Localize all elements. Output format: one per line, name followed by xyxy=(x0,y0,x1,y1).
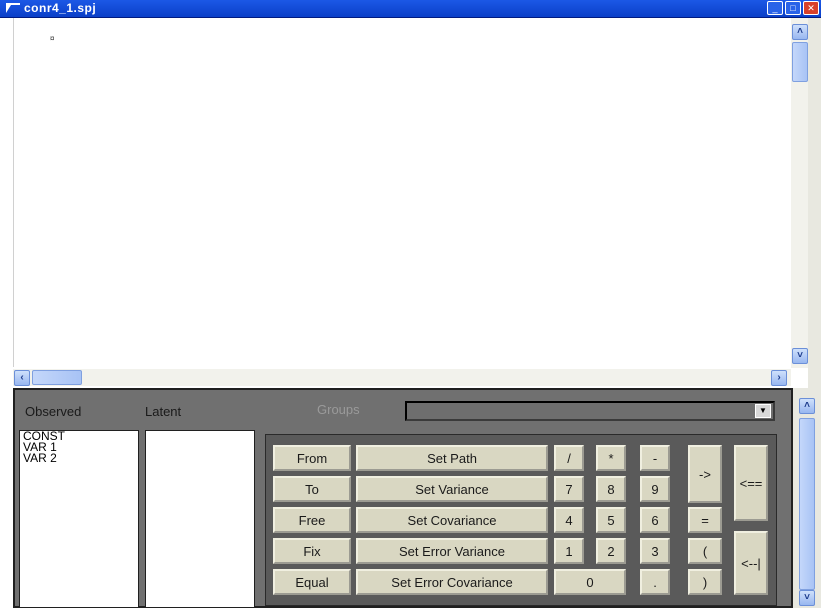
from-button[interactable]: From xyxy=(273,445,351,471)
four-key[interactable]: 4 xyxy=(554,507,584,533)
eight-key[interactable]: 8 xyxy=(596,476,626,502)
scroll-up-icon[interactable]: ˄ xyxy=(792,24,808,40)
five-key[interactable]: 5 xyxy=(596,507,626,533)
fix-button[interactable]: Fix xyxy=(273,538,351,564)
seven-key[interactable]: 7 xyxy=(554,476,584,502)
scroll-left-icon[interactable]: ‹ xyxy=(14,370,30,386)
canvas-vertical-scrollbar[interactable]: ˄ ˅ xyxy=(791,18,809,368)
set-error-variance-button[interactable]: Set Error Variance xyxy=(356,538,548,564)
to-button[interactable]: To xyxy=(273,476,351,502)
equal-button[interactable]: Equal xyxy=(273,569,351,595)
minimize-button[interactable]: _ xyxy=(767,1,783,15)
minus-key[interactable]: - xyxy=(640,445,670,471)
maximize-button[interactable]: □ xyxy=(785,1,801,15)
multiply-key[interactable]: * xyxy=(596,445,626,471)
window-right-edge xyxy=(808,18,821,388)
groups-label: Groups xyxy=(317,402,360,417)
dot-key[interactable]: . xyxy=(640,569,670,595)
observed-variables-list[interactable]: CONST VAR 1 VAR 2 xyxy=(19,430,139,608)
arrow-right-button[interactable]: -> xyxy=(688,445,722,503)
close-paren-button[interactable]: ) xyxy=(688,569,722,595)
groups-dropdown[interactable]: ▼ xyxy=(405,401,775,421)
title-bar: conr4_1.spj _ □ ✕ xyxy=(0,0,821,18)
nine-key[interactable]: 9 xyxy=(640,476,670,502)
two-key[interactable]: 2 xyxy=(596,538,626,564)
observed-label: Observed xyxy=(25,404,82,419)
double-left-arrow-button[interactable]: <== xyxy=(734,445,768,521)
scroll-down-icon[interactable]: ˅ xyxy=(792,348,808,364)
set-variance-button[interactable]: Set Variance xyxy=(356,476,548,502)
set-path-button[interactable]: Set Path xyxy=(356,445,548,471)
chevron-down-icon[interactable]: ▼ xyxy=(755,404,771,418)
path-diagram-canvas[interactable]: ¤ xyxy=(13,18,792,367)
syntax-button-area: From To Free Fix Equal Set Path Set Vari… xyxy=(265,434,777,606)
one-key[interactable]: 1 xyxy=(554,538,584,564)
document-icon xyxy=(6,3,20,13)
latent-label: Latent xyxy=(145,404,182,419)
scroll-right-icon[interactable]: › xyxy=(771,370,787,386)
three-key[interactable]: 3 xyxy=(640,538,670,564)
set-covariance-button[interactable]: Set Covariance xyxy=(356,507,548,533)
six-key[interactable]: 6 xyxy=(640,507,670,533)
close-button[interactable]: ✕ xyxy=(803,1,819,15)
panel-scroll-down-icon[interactable]: ˅ xyxy=(799,590,815,606)
panel-scroll-up-icon[interactable]: ˄ xyxy=(799,398,815,414)
canvas-horizontal-scrollbar[interactable]: ‹ › xyxy=(13,369,791,386)
panel-scroll-thumb[interactable] xyxy=(799,418,815,590)
latent-variables-list[interactable] xyxy=(145,430,255,608)
horizontal-scroll-thumb[interactable] xyxy=(32,370,82,385)
set-error-covariance-button[interactable]: Set Error Covariance xyxy=(356,569,548,595)
vertical-scroll-thumb[interactable] xyxy=(792,42,808,82)
list-item[interactable]: VAR 2 xyxy=(20,452,138,464)
open-paren-button[interactable]: ( xyxy=(688,538,722,564)
window-title: conr4_1.spj xyxy=(24,1,97,15)
zero-key[interactable]: 0 xyxy=(554,569,626,595)
canvas-marker: ¤ xyxy=(50,34,55,43)
slash-key[interactable]: / xyxy=(554,445,584,471)
left-arrow-button[interactable]: <--| xyxy=(734,531,768,595)
panel-vertical-scrollbar[interactable]: ˄ ˅ xyxy=(793,388,821,608)
syntax-panel: Observed Latent Groups ▼ CONST VAR 1 VAR… xyxy=(13,388,793,608)
equals-button[interactable]: = xyxy=(688,507,722,533)
free-button[interactable]: Free xyxy=(273,507,351,533)
